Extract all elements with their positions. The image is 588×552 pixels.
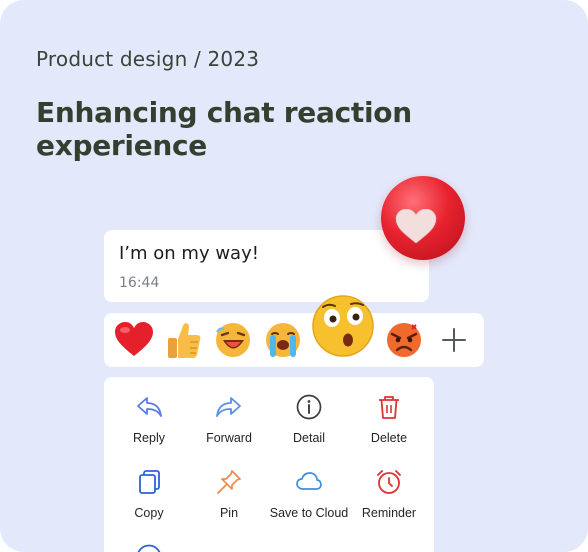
reaction-bar <box>104 295 484 367</box>
menu-item-detail[interactable]: Detail <box>269 393 349 445</box>
message-bubble[interactable]: I’m on my way! 16:44 <box>104 230 429 302</box>
add-reaction-plus-icon[interactable] <box>441 327 467 353</box>
menu-item-copy[interactable]: Copy <box>109 468 189 520</box>
heart-icon <box>395 209 437 244</box>
alarm-clock-icon <box>377 470 401 494</box>
menu-item-label: Pin <box>219 506 239 520</box>
menu-item-label: Forward <box>206 431 252 445</box>
menu-item-save-to-cloud[interactable]: Save to Cloud <box>269 468 349 520</box>
trash-icon <box>379 396 399 419</box>
astonished-face-icon[interactable] <box>311 294 375 358</box>
page-title: Enhancing chat reaction experience <box>36 96 412 162</box>
menu-item-reply[interactable]: Reply <box>109 393 189 445</box>
message-text: I’m on my way! <box>119 243 259 264</box>
menu-item-label: Save to Cloud <box>269 506 349 520</box>
cloud-icon <box>296 472 322 490</box>
menu-item-pin[interactable]: Pin <box>189 468 269 520</box>
laughing-face-icon[interactable] <box>214 321 252 359</box>
menu-item-label: Reply <box>133 431 165 445</box>
loudly-crying-face-icon[interactable] <box>264 321 302 359</box>
menu-item-forward[interactable]: Forward <box>189 393 269 445</box>
menu-item-label: Reminder <box>361 506 417 520</box>
menu-item-label: Delete <box>370 431 408 445</box>
menu-item-label: Detail <box>293 431 325 445</box>
info-icon <box>296 394 322 420</box>
message-timestamp: 16:44 <box>119 275 160 291</box>
menu-item-delete[interactable]: Delete <box>349 393 429 445</box>
message-context-menu: Reply Forward Detail Delete Copy Pin Sav… <box>104 377 434 552</box>
more-option-icon[interactable] <box>135 543 163 552</box>
menu-item-reminder[interactable]: Reminder <box>349 468 429 520</box>
reply-icon <box>137 397 162 417</box>
selected-reaction-heart-icon[interactable] <box>381 176 465 260</box>
red-heart-icon[interactable] <box>114 322 154 358</box>
angry-face-icon[interactable] <box>385 321 423 359</box>
project-subtitle: Product design / 2023 <box>36 47 260 71</box>
forward-icon <box>216 397 241 417</box>
menu-item-label: Copy <box>134 506 164 520</box>
showcase-card: Product design / 2023 Enhancing chat rea… <box>0 0 588 552</box>
pin-icon <box>217 470 241 494</box>
thumbs-up-icon[interactable] <box>166 320 202 360</box>
copy-icon <box>139 470 160 494</box>
